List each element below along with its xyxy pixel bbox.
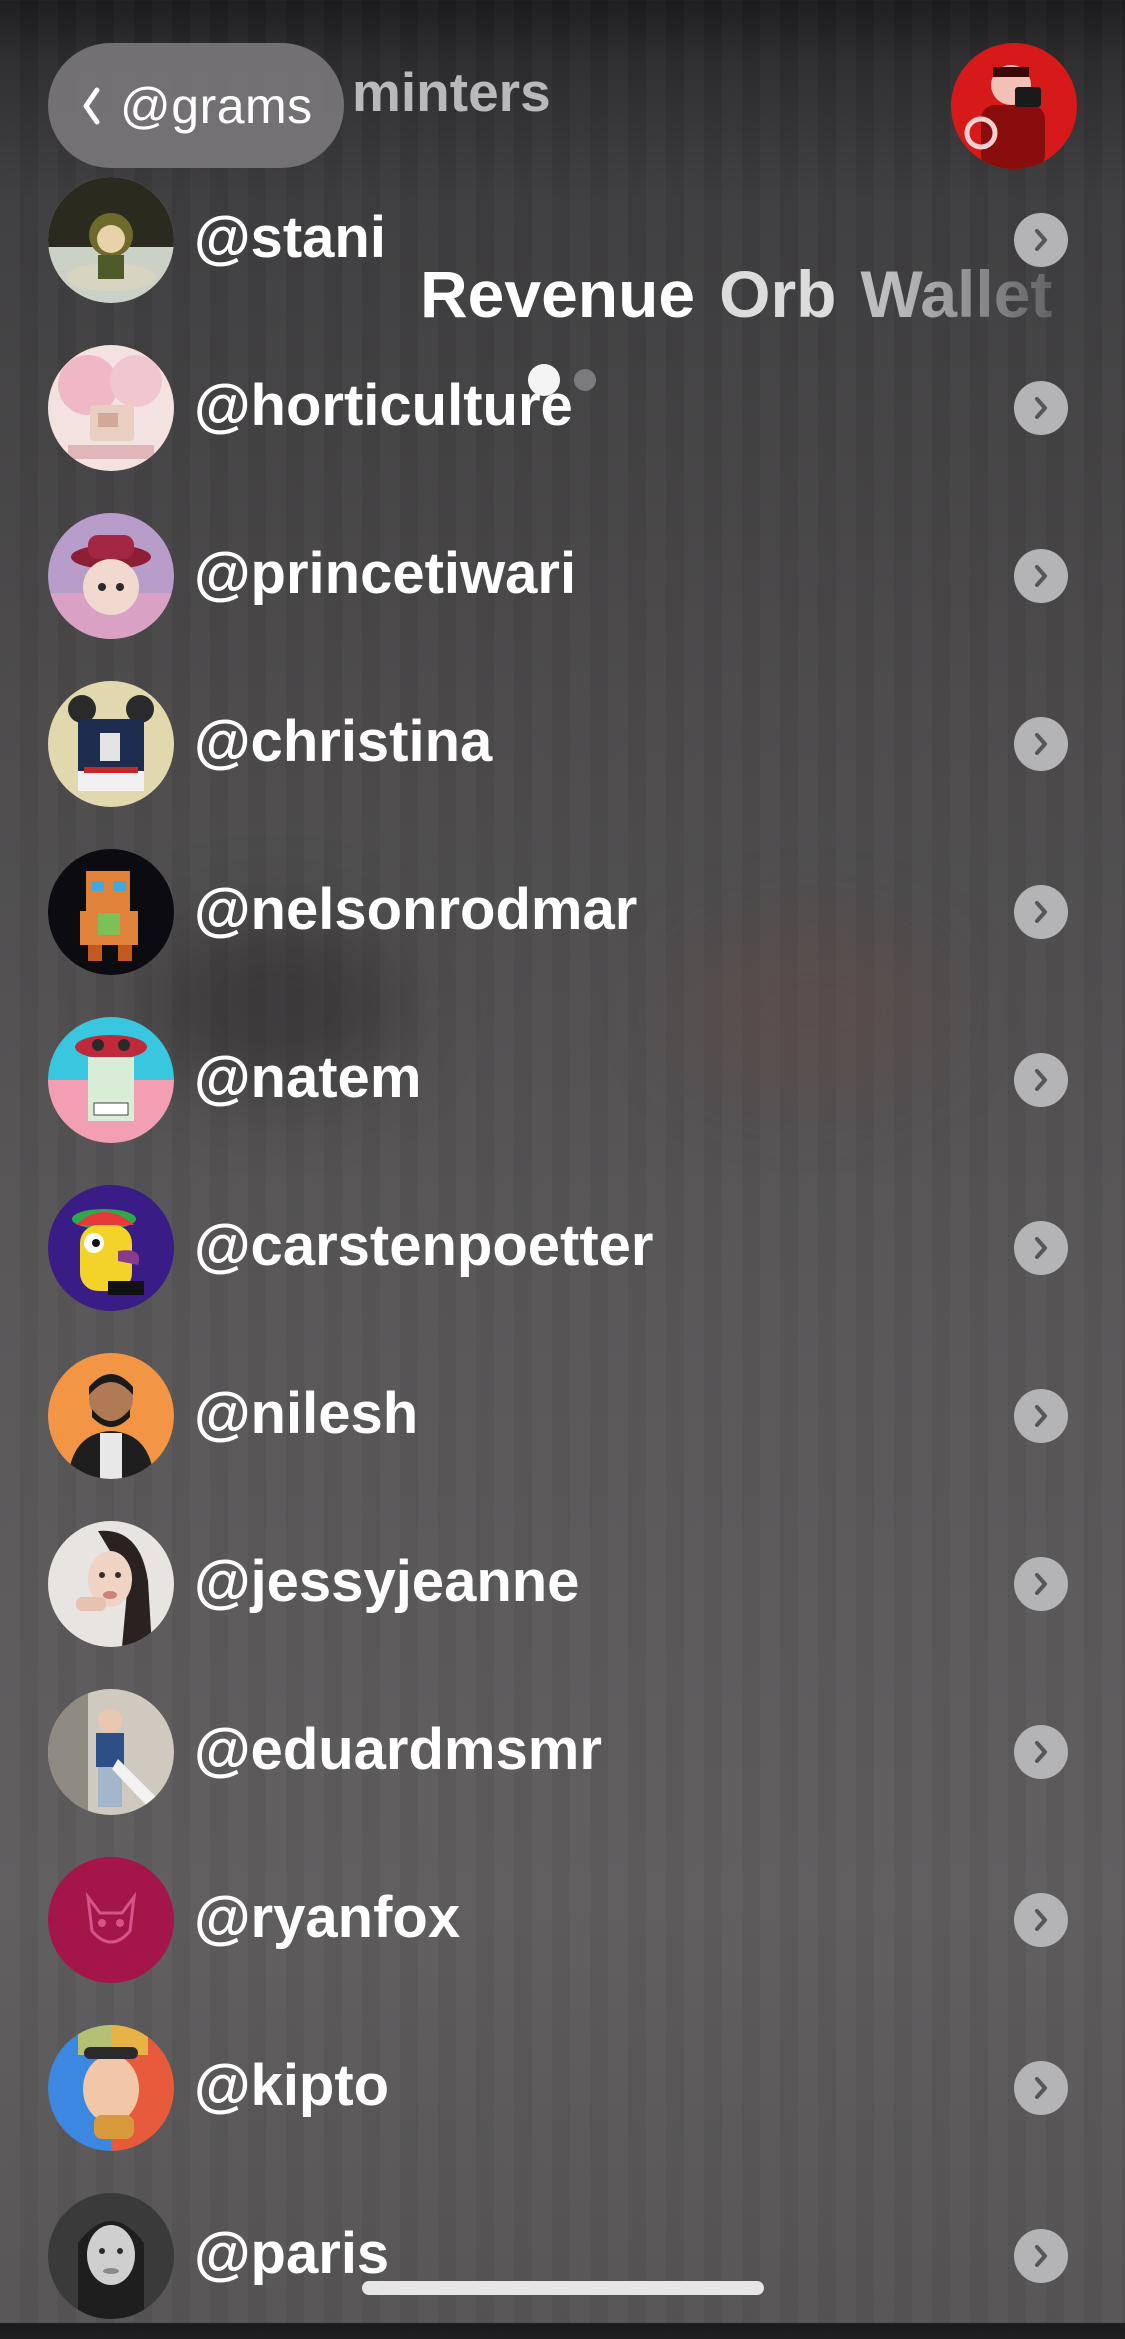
page-dot-active [528,364,560,396]
avatar [48,2025,174,2151]
chevron-right-icon[interactable] [1014,2229,1068,2283]
avatar [48,345,174,471]
chevron-right-icon[interactable] [1014,1389,1068,1443]
avatar [48,513,174,639]
minter-handle: @paris [194,2221,390,2286]
avatar [48,1017,174,1143]
minter-handle: @princetiwari [194,541,577,606]
minter-row-natem[interactable]: @natem [0,995,1125,1163]
avatar [48,177,174,303]
tab-revenue[interactable]: Revenue [420,256,695,332]
avatar [48,1689,174,1815]
minter-handle: @carstenpoetter [194,1213,654,1278]
chevron-right-icon[interactable] [1014,1893,1068,1947]
avatar [48,681,174,807]
minter-handle: @kipto [194,2053,390,2118]
chevron-right-icon[interactable] [1014,717,1068,771]
minter-row-princetiwari[interactable]: @princetiwari [0,491,1125,659]
chevron-right-icon[interactable] [1014,1221,1068,1275]
chevron-right-icon[interactable] [1014,885,1068,939]
chevron-right-icon[interactable] [1014,549,1068,603]
minter-row-kipto[interactable]: @kipto [0,2003,1125,2171]
minter-row-carstenpoetter[interactable]: @carstenpoetter [0,1163,1125,1331]
minter-handle: @horticulture [194,373,573,438]
avatar [48,1185,174,1311]
minter-row-eduardmsmr[interactable]: @eduardmsmr [0,1667,1125,1835]
avatar [48,1857,174,1983]
chevron-right-icon[interactable] [1014,2061,1068,2115]
chevron-right-icon[interactable] [1014,1725,1068,1779]
page-indicator [528,362,596,398]
minter-handle: @nelsonrodmar [194,877,638,942]
profile-avatar[interactable] [951,43,1077,169]
back-button-label: @grams [120,77,313,134]
back-button[interactable]: @grams [48,43,344,168]
minter-row-christina[interactable]: @christina [0,659,1125,827]
chevron-right-icon[interactable] [1014,1557,1068,1611]
minter-handle: @ryanfox [194,1885,461,1950]
minter-handle: @stani [194,205,386,270]
minter-handle: @christina [194,709,493,774]
chevron-right-icon[interactable] [1014,1053,1068,1107]
profile-photo-icon [951,43,1077,169]
minter-row-horticulture[interactable]: @horticulture [0,323,1125,491]
tab-orb[interactable]: Orb [719,256,836,332]
tab-wallet[interactable]: Wallet [860,256,1052,332]
avatar [48,1521,174,1647]
minter-handle: @jessyjeanne [194,1549,580,1614]
minter-row-jessyjeanne[interactable]: @jessyjeanne [0,1499,1125,1667]
chevron-left-icon [83,87,100,124]
minter-row-nilesh[interactable]: @nilesh [0,1331,1125,1499]
minter-row-ryanfox[interactable]: @ryanfox [0,1835,1125,2003]
home-indicator[interactable] [362,2281,764,2295]
chevron-right-icon[interactable] [1014,381,1068,435]
minter-row-nelsonrodmar[interactable]: @nelsonrodmar [0,827,1125,995]
minter-handle: @natem [194,1045,422,1110]
page-dot-inactive [574,369,596,391]
minter-handle: @nilesh [194,1381,419,1446]
page-title: minters [352,61,551,123]
minter-row-paris[interactable]: @paris [0,2171,1125,2339]
minter-handle: @eduardmsmr [194,1717,602,1782]
avatar [48,849,174,975]
overlay-tabs: Revenue Orb Wallet [420,256,1080,336]
avatar [48,1353,174,1479]
avatar [48,2193,174,2319]
